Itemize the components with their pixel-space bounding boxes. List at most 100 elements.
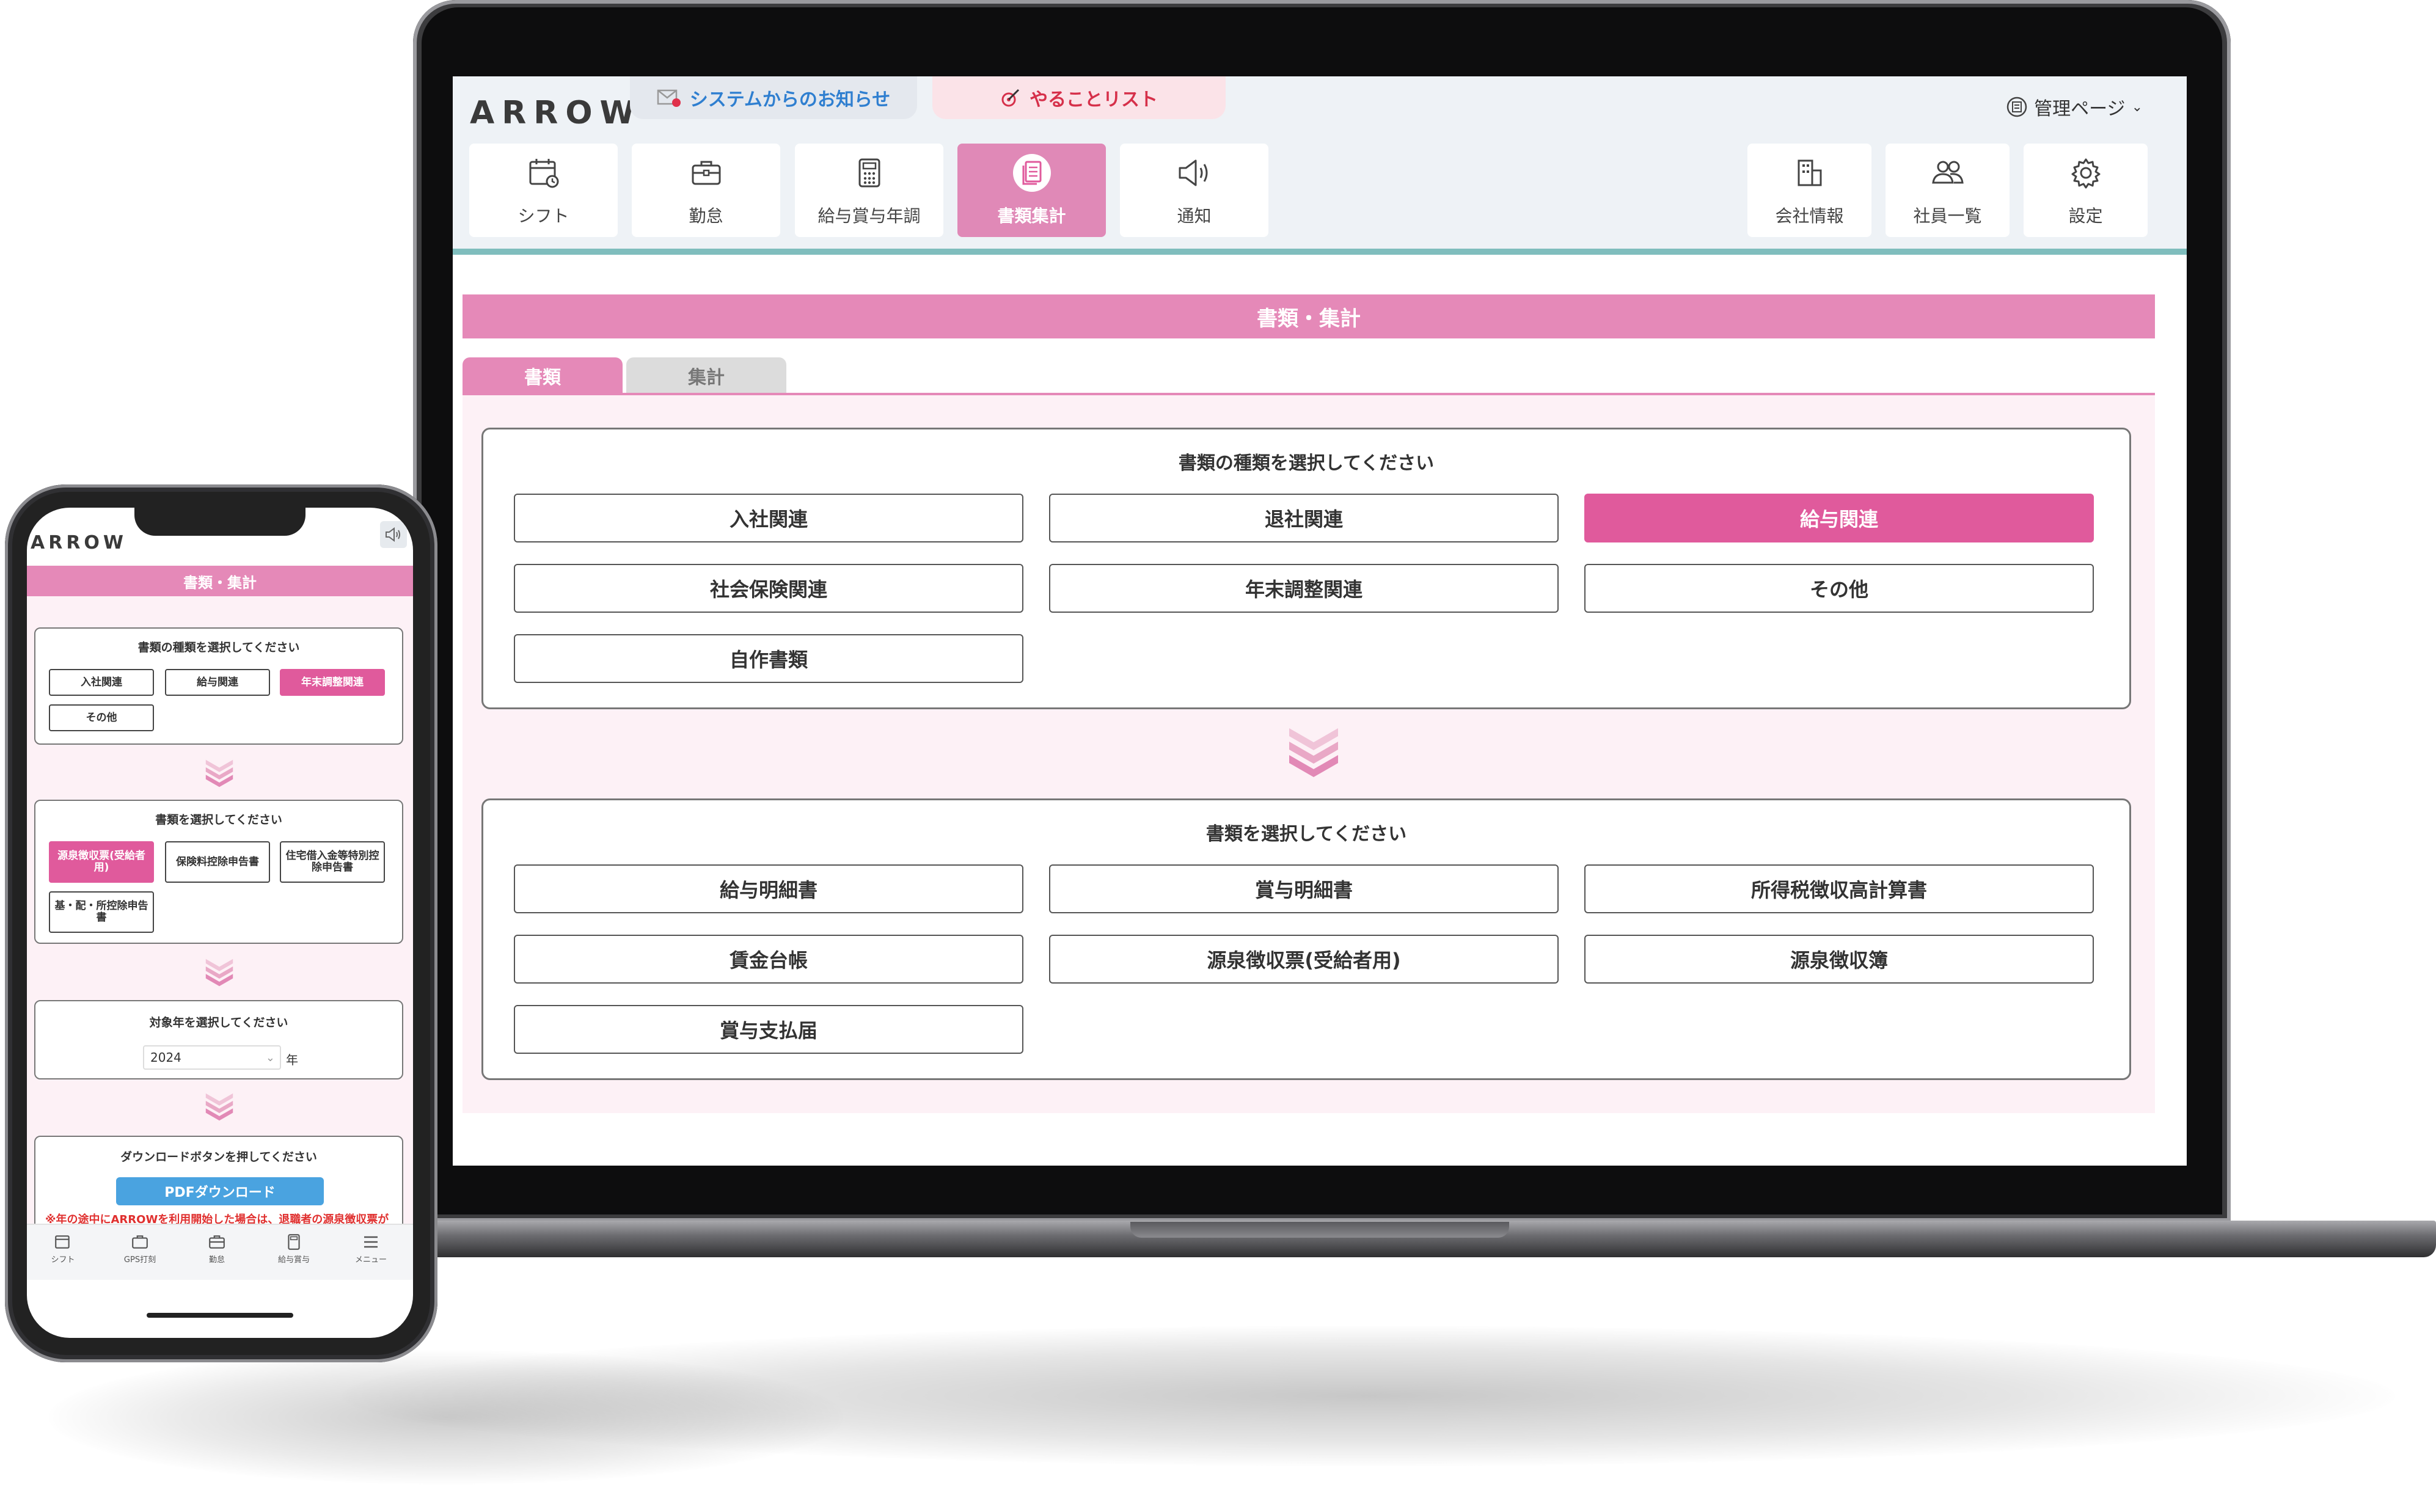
nav-documents-label: 書類集計 <box>997 205 1066 226</box>
nav-settings[interactable]: 設定 <box>2024 144 2148 237</box>
chevron-down-icon: ⌄ <box>2131 99 2143 115</box>
category-panel-title: 書類の種類を選択してください <box>1178 453 1435 474</box>
phone-category-year-end[interactable]: 年末調整関連 <box>280 669 385 696</box>
chevron-down-icon: ⌄ <box>265 1051 275 1064</box>
category-panel: 書類の種類を選択してください 入社関連 退社関連 給与関連 社会保険関連 年末調… <box>481 428 2131 709</box>
phone-year-title: 対象年を選択してください <box>149 1016 288 1029</box>
phone-bottom-nav: シフト GPS打刻 勤怠 給与賞与 メニュー <box>27 1224 413 1280</box>
phone-megaphone-icon[interactable] <box>380 521 407 548</box>
document-icon <box>1012 153 1051 192</box>
calculator-icon <box>850 154 888 192</box>
phone-nav-payroll[interactable]: 給与賞与 <box>260 1231 327 1265</box>
hamburger-menu-icon <box>337 1231 404 1253</box>
phone-category-payroll[interactable]: 給与関連 <box>165 669 270 696</box>
dart-icon <box>1001 89 1020 107</box>
nav-employee-list-label: 社員一覧 <box>1913 205 1982 226</box>
phone-page-title: 書類・集計 <box>27 566 413 596</box>
year-unit: 年 <box>286 1053 298 1067</box>
phone-nav-menu[interactable]: メニュー <box>337 1231 404 1265</box>
admin-page-label: 管理ページ <box>2034 98 2126 120</box>
nav-attendance[interactable]: 勤怠 <box>632 144 780 237</box>
arrow-logo[interactable]: ARROW <box>470 95 642 131</box>
logo-text: ARROW <box>470 95 642 131</box>
year-select[interactable]: 2024 ⌄ <box>143 1045 281 1070</box>
nav-company-info[interactable]: 会社情報 <box>1747 144 1871 237</box>
nav-payroll[interactable]: 給与賞与年調 <box>795 144 943 237</box>
header-divider <box>453 249 2187 255</box>
phone-download-title: ダウンロードボタンを押してください <box>120 1150 317 1164</box>
todo-list-label: やることリスト <box>1030 89 1158 111</box>
phone-category-title: 書類の種類を選択してください <box>137 641 300 654</box>
phone-document-insurance-deduction[interactable]: 保険料控除申告書 <box>165 841 270 883</box>
tab-documents[interactable]: 書類 <box>463 357 623 394</box>
phone-chevron-arrow-icon-3 <box>205 1093 233 1121</box>
admin-icon <box>2006 97 2027 117</box>
nav-notifications[interactable]: 通知 <box>1120 144 1268 237</box>
document-option-tax-calculation[interactable]: 所得税徴収高計算書 <box>1584 864 2094 913</box>
pdf-download-button[interactable]: PDFダウンロード <box>116 1177 324 1205</box>
phone-home-indicator <box>147 1313 293 1318</box>
mail-icon <box>657 89 681 107</box>
phone-nav-payroll-label: 給与賞与 <box>277 1255 310 1265</box>
nav-company-info-label: 会社情報 <box>1775 205 1844 226</box>
admin-page-menu[interactable]: 管理ページ ⌄ <box>2006 93 2143 120</box>
phone-nav-shift-label: シフト <box>51 1255 75 1265</box>
laptop-screen: ARROW システムからのお知らせ やることリスト 管理ページ ⌄ シフト 勤怠… <box>453 76 2187 1166</box>
phone-shadow <box>49 1350 843 1485</box>
system-notice-label: システムからのお知らせ <box>689 89 891 111</box>
phone-nav-gps[interactable]: GPS打刻 <box>106 1231 174 1265</box>
todo-list-tab[interactable]: やることリスト <box>932 76 1226 119</box>
category-option-social-insurance[interactable]: 社会保険関連 <box>514 564 1023 613</box>
category-option-payroll[interactable]: 給与関連 <box>1584 494 2094 542</box>
category-option-offboarding[interactable]: 退社関連 <box>1049 494 1559 542</box>
document-option-payslip[interactable]: 給与明細書 <box>514 864 1023 913</box>
document-option-withholding-slip[interactable]: 源泉徴収票(受給者用) <box>1049 935 1559 984</box>
nav-documents[interactable]: 書類集計 <box>957 144 1106 237</box>
nav-settings-label: 設定 <box>2068 205 2103 226</box>
document-option-bonus-report[interactable]: 賞与支払届 <box>514 1005 1023 1054</box>
phone-arrow-logo[interactable]: ARROW <box>31 532 127 553</box>
year-select-value: 2024 <box>150 1050 181 1065</box>
category-option-year-end-adjustment[interactable]: 年末調整関連 <box>1049 564 1559 613</box>
laptop-base-notch <box>1130 1222 1509 1238</box>
phone-chevron-arrow-icon-1 <box>205 759 233 787</box>
tab-aggregation[interactable]: 集計 <box>626 357 786 394</box>
phone-nav-attendance-label: 勤怠 <box>208 1255 225 1265</box>
calculator-icon <box>260 1231 327 1253</box>
page-title: 書類・集計 <box>463 294 2155 338</box>
category-option-onboarding[interactable]: 入社関連 <box>514 494 1023 542</box>
phone-nav-menu-label: メニュー <box>354 1255 387 1265</box>
document-option-withholding-book[interactable]: 源泉徴収簿 <box>1584 935 2094 984</box>
phone-nav-shift[interactable]: シフト <box>29 1231 97 1265</box>
nav-payroll-label: 給与賞与年調 <box>817 205 921 226</box>
category-option-other[interactable]: その他 <box>1584 564 2094 613</box>
phone-category-other[interactable]: その他 <box>49 704 154 731</box>
category-option-custom[interactable]: 自作書類 <box>514 634 1023 683</box>
phone-document-withholding[interactable]: 源泉徴収票(受給者用) <box>49 841 154 883</box>
calendar-icon <box>525 154 563 192</box>
phone-document-title: 書類を選択してください <box>155 813 282 827</box>
phone-chevron-arrow-icon-2 <box>205 959 233 987</box>
gear-icon <box>2067 154 2105 192</box>
briefcase-icon <box>106 1231 174 1253</box>
nav-shift-label: シフト <box>518 205 569 226</box>
phone-document-housing-loan[interactable]: 住宅借入金等特別控除申告書 <box>280 841 385 883</box>
nav-employee-list[interactable]: 社員一覧 <box>1886 144 2010 237</box>
megaphone-icon <box>1176 154 1213 192</box>
document-option-wage-ledger[interactable]: 賃金台帳 <box>514 935 1023 984</box>
chevron-down-arrow-icon <box>1289 728 1338 777</box>
briefcase-icon <box>687 154 725 192</box>
phone-year-panel: 対象年を選択してください 2024 ⌄ 年 <box>34 1000 403 1079</box>
document-panel: 書類を選択してください 給与明細書 賞与明細書 所得税徴収高計算書 賃金台帳 源… <box>481 798 2131 1080</box>
phone-nav-attendance[interactable]: 勤怠 <box>183 1231 251 1265</box>
phone-document-basic-deduction[interactable]: 基・配・所控除申告書 <box>49 891 154 933</box>
building-icon <box>1791 154 1829 192</box>
phone-category-onboarding[interactable]: 入社関連 <box>49 669 154 696</box>
phone-logo-text: ARROW <box>31 532 128 553</box>
nav-shift[interactable]: シフト <box>469 144 618 237</box>
nav-attendance-label: 勤怠 <box>689 205 723 226</box>
phone-screen: ARROW 書類・集計 書類の種類を選択してください 入社関連 給与関連 年末調… <box>27 508 413 1338</box>
phone-category-panel: 書類の種類を選択してください 入社関連 給与関連 年末調整関連 その他 <box>34 627 403 745</box>
document-option-bonus-slip[interactable]: 賞与明細書 <box>1049 864 1559 913</box>
system-notice-tab[interactable]: システムからのお知らせ <box>630 76 917 119</box>
